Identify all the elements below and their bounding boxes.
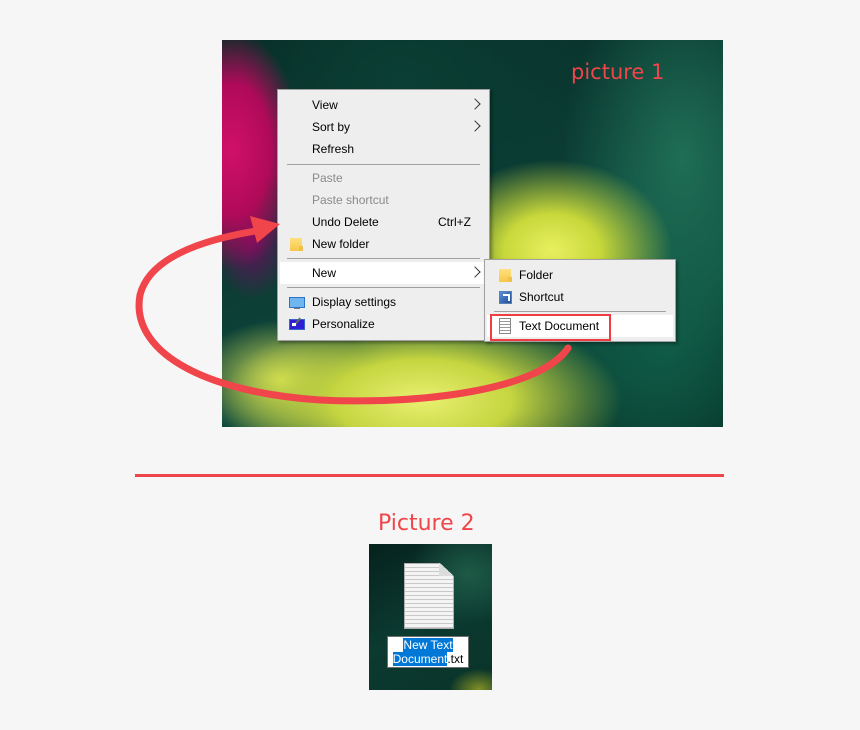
- picture-2-label: Picture 2: [378, 511, 475, 536]
- section-divider: [135, 474, 724, 477]
- document-fold-corner: [439, 563, 453, 576]
- filename-rename-field[interactable]: New Text Document.txt: [387, 636, 469, 668]
- selected-name-line2: Document: [392, 652, 448, 666]
- annotation-arrow-head: [250, 216, 280, 243]
- selected-name-line1: New Text: [403, 638, 453, 652]
- picture-2-screenshot: New Text Document.txt: [369, 544, 492, 690]
- file-extension: .txt: [447, 652, 464, 666]
- annotation-arrow-curve: [135, 226, 572, 405]
